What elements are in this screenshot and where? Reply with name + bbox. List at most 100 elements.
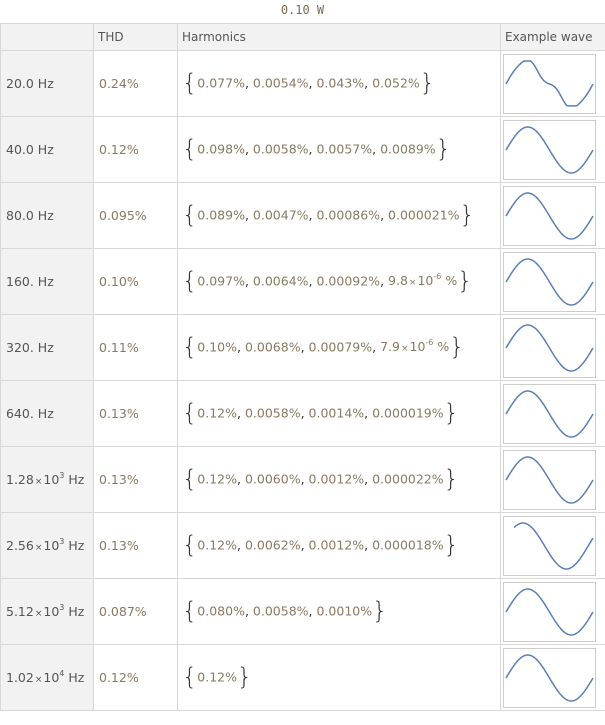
header-harmonics: Harmonics: [177, 23, 501, 51]
harmonic-value: 0.000019%: [372, 405, 444, 420]
wave-plot: [503, 647, 596, 708]
table-row: 1.02×104 Hz 0.12% {0.12%}: [0, 644, 605, 711]
wave-line: [505, 125, 594, 174]
close-brace: }: [237, 662, 253, 691]
wave-cell: [500, 644, 605, 711]
harmonic-value: 0.043%: [316, 75, 365, 90]
wave-cell: [500, 380, 605, 447]
harmonic-value: 0.0014%: [308, 405, 365, 420]
wave-cell: [500, 116, 605, 183]
wave-cell: [500, 182, 605, 249]
harmonic-value: 0.0062%: [244, 537, 301, 552]
wave-cell: [500, 446, 605, 513]
table-row: 40.0 Hz 0.12% {0.098%, 0.0058%, 0.0057%, 0…: [0, 116, 605, 183]
table-row: 80.0 Hz 0.095% {0.089%, 0.0047%, 0.00086%,…: [0, 182, 605, 249]
harmonic-value: 0.0058%: [244, 405, 301, 420]
wave-plot: [503, 119, 596, 180]
harmonic-value: 0.0058%: [252, 141, 309, 156]
harmonic-value: 0.052%: [372, 75, 420, 90]
harmonic-value: 0.000022%: [372, 471, 444, 486]
harmonics-cell: {0.098%, 0.0058%, 0.0057%, 0.0089%}: [177, 116, 501, 183]
open-brace: {: [182, 398, 198, 427]
harmonic-value: 0.0012%: [308, 537, 365, 552]
frequency-cell: 1.28×103 Hz: [0, 446, 94, 513]
thd-cell: 0.13%: [93, 446, 178, 513]
open-brace: {: [182, 662, 198, 691]
frequency-cell: 2.56×103 Hz: [0, 512, 94, 579]
harmonic-value: 0.000021%: [388, 207, 460, 222]
wave-plot: [503, 581, 596, 642]
harmonic-value: 0.0010%: [316, 603, 373, 618]
harmonic-value: 0.12%: [197, 669, 237, 684]
harmonic-value: 0.098%: [197, 141, 245, 156]
table-body: 20.0 Hz 0.24% {0.077%, 0.0054%, 0.043%, 0.…: [0, 50, 605, 711]
thd-cell: 0.11%: [93, 314, 178, 381]
table-row: 320. Hz 0.11% {0.10%, 0.0068%, 0.00079%, 7…: [0, 314, 605, 381]
harmonics-cell: {0.12%, 0.0058%, 0.0014%, 0.000019%}: [177, 380, 501, 447]
close-brace: }: [443, 464, 459, 493]
harmonic-value: 0.0047%: [252, 207, 309, 222]
harmonic-value: 0.000018%: [372, 537, 444, 552]
thd-table: THD Harmonics Example wave 20.0 Hz 0.24%{…: [0, 23, 605, 711]
close-brace: }: [457, 266, 473, 295]
wave-line: [505, 389, 594, 438]
header-row: THD Harmonics Example wave: [0, 23, 605, 51]
close-brace: }: [435, 134, 451, 163]
harmonic-value: 0.0012%: [308, 471, 365, 486]
harmonics-cell: {0.080%, 0.0058%, 0.0010%}: [177, 578, 501, 645]
wave-plot: [503, 53, 596, 114]
table-row: 5.12×103 Hz 0.087% {0.080%, 0.0058%, 0.001…: [0, 578, 605, 645]
wave-line: [505, 455, 594, 504]
close-brace: }: [449, 332, 465, 361]
frequency-cell: 20.0 Hz: [0, 50, 94, 117]
thd-cell: 0.13%: [93, 380, 178, 447]
thd-cell: 0.24%: [93, 50, 178, 117]
frequency-cell: 40.0 Hz: [0, 116, 94, 183]
close-brace: }: [419, 68, 436, 97]
wave-line: [505, 653, 594, 702]
wave-plot: [503, 449, 596, 510]
open-brace: {: [182, 200, 198, 229]
harmonics-cell: {0.12%}: [177, 644, 501, 711]
wave-plot: [503, 185, 596, 246]
thd-cell: 0.12%: [93, 644, 178, 711]
wave-cell: [500, 50, 605, 117]
harmonics-cell: {0.097%, 0.0064%, 0.00092%, 9.8×10-6 %}: [177, 248, 501, 315]
table-row: 640. Hz 0.13% {0.12%, 0.0058%, 0.0014%, 0.…: [0, 380, 605, 447]
close-brace: }: [443, 398, 459, 427]
table-row: 1.28×103 Hz 0.13% {0.12%, 0.0060%, 0.0012%…: [0, 446, 605, 513]
wave-line: [505, 191, 594, 240]
close-brace: }: [443, 530, 459, 559]
wave-line: [505, 587, 594, 636]
table-row: 160. Hz 0.10% {0.097%, 0.0064%, 0.00092%, …: [0, 248, 605, 315]
harmonics-cell: {0.12%, 0.0060%, 0.0012%, 0.000022%}: [177, 446, 501, 513]
harmonic-value: 7.9×10-6 %: [380, 337, 450, 354]
harmonic-value: 9.8×10-6 %: [388, 271, 458, 288]
harmonic-value: 0.080%: [197, 603, 245, 618]
harmonic-value: 0.12%: [197, 405, 237, 420]
frequency-cell: 80.0 Hz: [0, 182, 94, 249]
wave-line: [505, 257, 594, 306]
close-brace: }: [459, 200, 475, 229]
table-row: 20.0 Hz 0.24% {0.077%, 0.0054%, 0.043%, 0.…: [0, 50, 605, 117]
harmonic-value: 0.12%: [197, 471, 237, 486]
open-brace: {: [182, 266, 198, 295]
frequency-cell: 1.02×104 Hz: [0, 644, 94, 711]
frequency-cell: 160. Hz: [0, 248, 94, 315]
harmonic-value: 0.0054%: [252, 75, 309, 90]
harmonic-value: 0.00079%: [308, 339, 373, 354]
harmonic-value: 0.097%: [197, 273, 245, 288]
wave-line: [513, 521, 594, 570]
wave-plot: [503, 383, 596, 444]
harmonic-value: 0.0089%: [380, 141, 436, 156]
frequency-cell: 640. Hz: [0, 380, 94, 447]
header-thd: THD: [93, 23, 178, 51]
thd-cell: 0.087%: [93, 578, 178, 645]
open-brace: {: [182, 134, 198, 163]
thd-cell: 0.13%: [93, 512, 178, 579]
harmonic-value: 0.0064%: [252, 273, 309, 288]
close-brace: }: [372, 596, 388, 625]
harmonics-cell: {0.089%, 0.0047%, 0.00086%, 0.000021%}: [177, 182, 501, 249]
harmonic-value: 0.0057%: [316, 141, 373, 156]
table-title: 0.10 W: [280, 3, 325, 17]
